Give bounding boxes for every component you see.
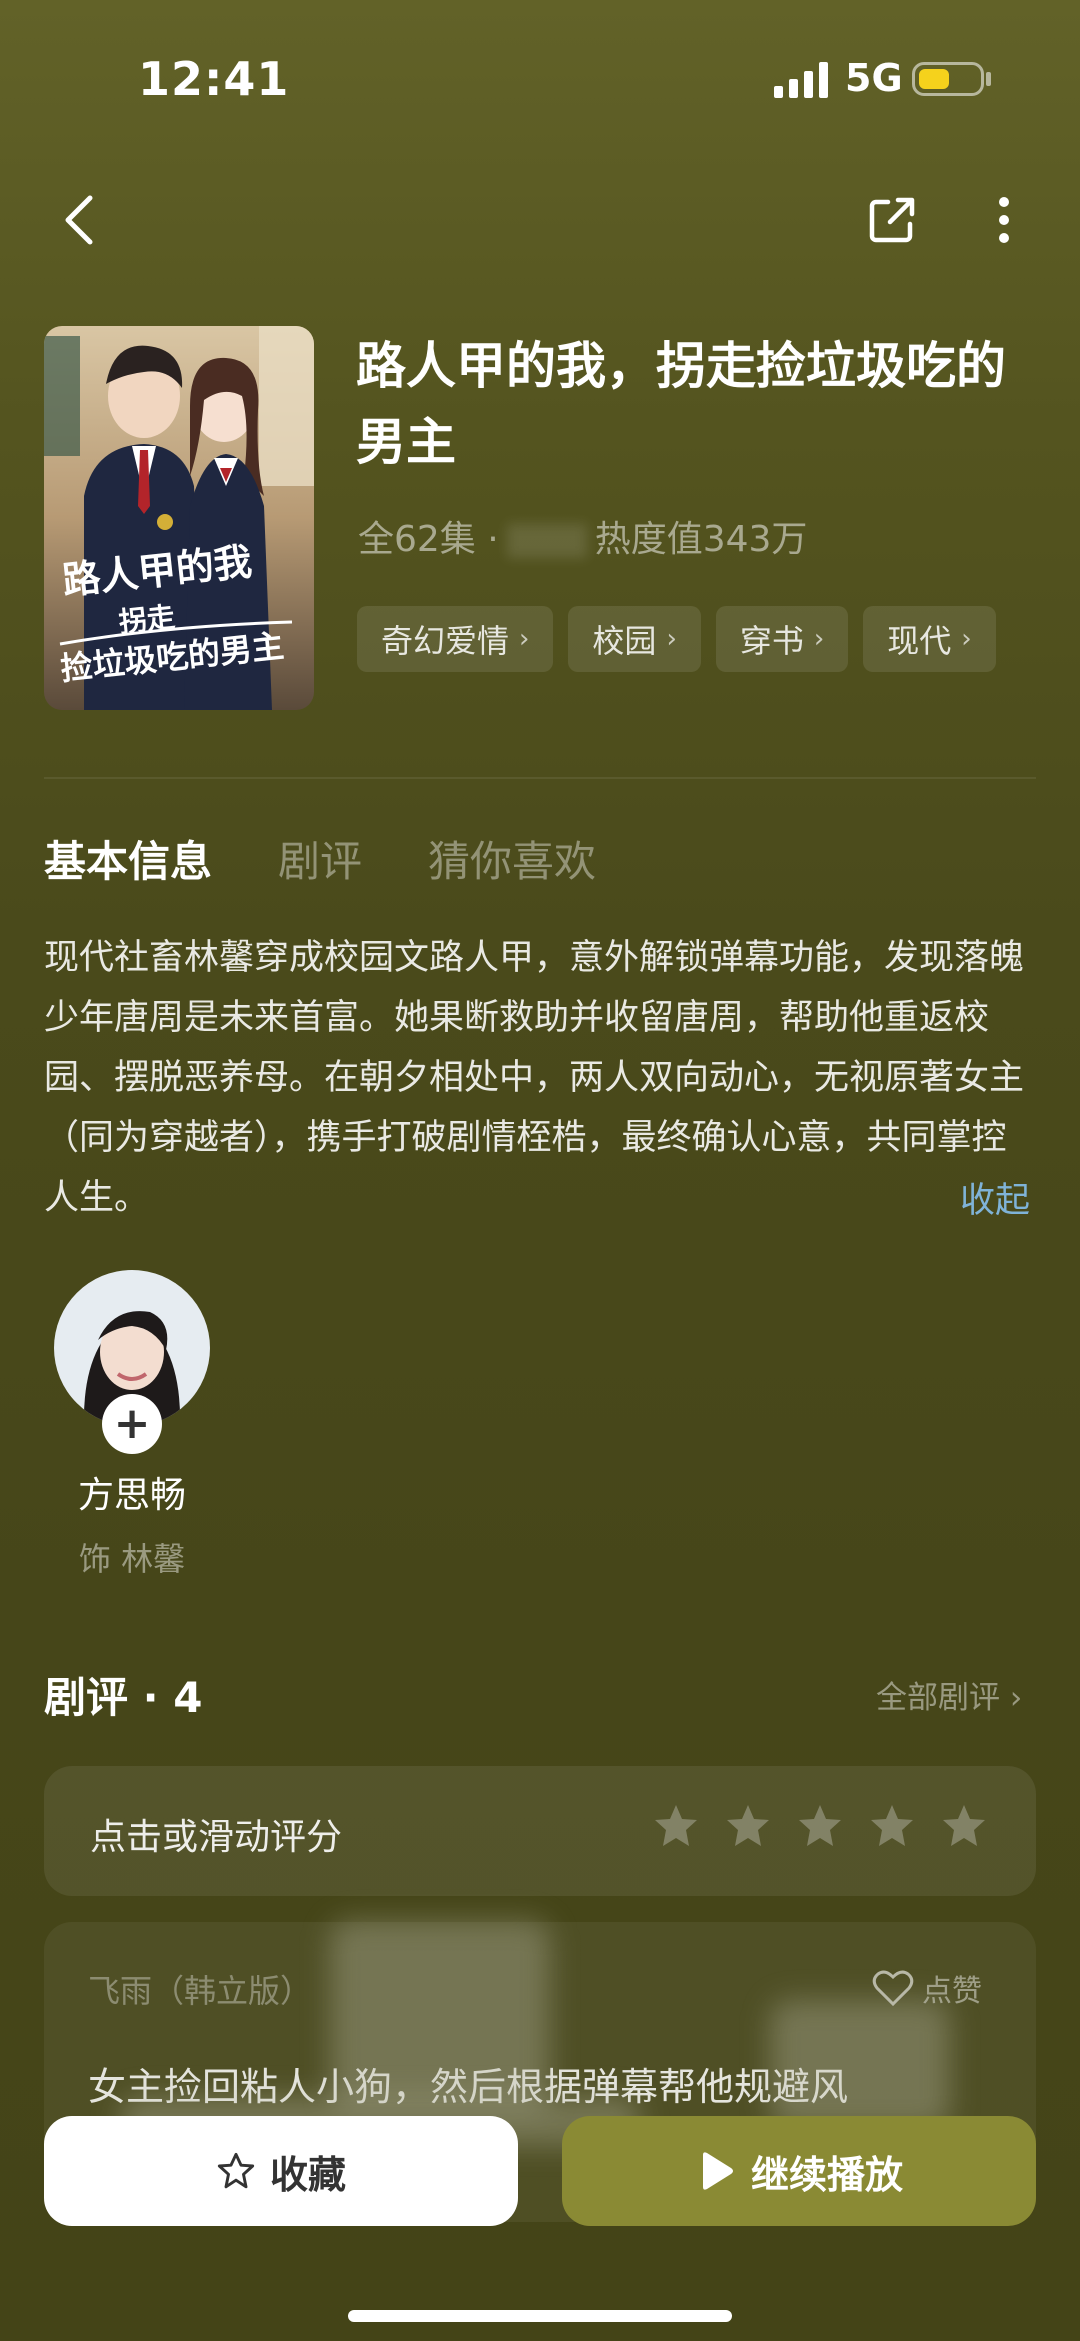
more-options-button[interactable] <box>976 190 1032 250</box>
back-button[interactable] <box>50 190 110 250</box>
reviews-heading: 剧评 · 4 <box>44 1673 203 1722</box>
rating-prompt: 点击或滑动评分 <box>90 1817 343 1858</box>
episode-count: 全62集 · <box>358 519 499 560</box>
tab-recommendations[interactable]: 猜你喜欢 <box>428 828 596 889</box>
tag-chip[interactable]: 校园 › <box>568 606 701 672</box>
section-divider <box>44 777 1036 779</box>
tag-chip[interactable]: 穿书 › <box>715 606 849 672</box>
play-icon <box>702 2152 733 2190</box>
more-vertical-icon <box>999 197 1009 243</box>
tag-list: 奇幻爱情 › 校园 › 穿书 › 现代 › <box>357 606 996 672</box>
chevron-right-icon: › <box>519 624 530 654</box>
heat-value: 热度值343万 <box>594 519 808 560</box>
chevron-right-icon: › <box>666 624 677 654</box>
star-outline-icon <box>217 2152 255 2189</box>
drama-meta: 全62集 · 热度值343万 <box>358 510 807 562</box>
cast-role: 饰 林馨 <box>78 1540 186 1578</box>
drama-title: 路人甲的我，拐走捡垃圾吃的男主 <box>356 337 1006 471</box>
network-label: 5G <box>845 56 903 100</box>
chevron-left-icon <box>65 195 93 245</box>
tab-basic-info[interactable]: 基本信息 <box>44 828 212 889</box>
favorite-button[interactable]: 收藏 <box>44 2116 518 2226</box>
cast-member[interactable]: + 方思畅 饰 林馨 <box>44 1270 220 1580</box>
tab-bar: 基本信息 剧评 猜你喜欢 <box>44 828 596 889</box>
chevron-right-icon: › <box>1000 1680 1023 1716</box>
home-indicator <box>348 2310 732 2322</box>
share-icon <box>869 197 915 243</box>
signal-icon <box>774 62 828 98</box>
collapse-link[interactable]: 收起 <box>960 1172 1030 1223</box>
share-button[interactable] <box>862 190 922 250</box>
star-icon[interactable] <box>724 1802 772 1850</box>
review-username: 飞雨（韩立版） <box>88 1972 313 2010</box>
rating-stars[interactable] <box>652 1802 988 1850</box>
tag-chip[interactable]: 奇幻爱情 › <box>357 606 554 672</box>
status-time: 12:41 <box>138 52 290 106</box>
tag-chip[interactable]: 现代 › <box>863 606 996 672</box>
star-icon[interactable] <box>868 1802 916 1850</box>
poster-artwork: 路人甲的我 拐走 捡垃圾吃的男主 <box>44 326 314 710</box>
battery-tip <box>986 72 991 86</box>
synopsis-text: 现代社畜林馨穿成校园文路人甲，意外解锁弹幕功能，发现落魄少年唐周是未来首富。她果… <box>44 938 1025 1218</box>
smudge-overlay <box>330 1920 550 2110</box>
blurred-region <box>506 524 587 558</box>
smudge-overlay <box>770 2000 950 2130</box>
cast-name: 方思畅 <box>77 1475 186 1516</box>
star-icon[interactable] <box>652 1802 700 1850</box>
chevron-right-icon: › <box>813 624 825 654</box>
star-icon[interactable] <box>940 1802 988 1850</box>
follow-plus-icon[interactable]: + <box>102 1394 162 1454</box>
drama-poster[interactable]: 路人甲的我 拐走 捡垃圾吃的男主 <box>44 326 314 710</box>
star-icon[interactable] <box>796 1802 844 1850</box>
all-reviews-link[interactable]: 全部剧评 › <box>876 1672 1022 1717</box>
chevron-right-icon: › <box>961 624 972 654</box>
continue-play-button[interactable]: 继续播放 <box>562 2116 1036 2226</box>
battery-icon <box>912 62 984 96</box>
tab-reviews[interactable]: 剧评 <box>278 828 362 889</box>
